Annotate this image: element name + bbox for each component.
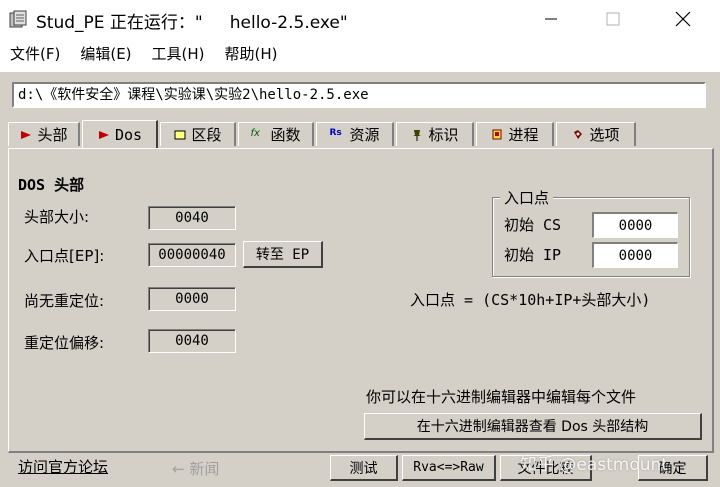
rva-raw-button[interactable]: Rva<=>Raw [402, 455, 496, 481]
hex-hint-text: 你可以在十六进制编辑器中编辑每个文件 [366, 388, 637, 406]
initial-ip-label: 初始 IP [504, 246, 562, 264]
entry-formula: 入口点 = (CS*10h+IP+头部大小) [410, 291, 651, 309]
minimize-button[interactable] [528, 0, 574, 38]
tab-label: 头部 [37, 126, 68, 144]
menu-help[interactable]: 帮助(H) [215, 38, 288, 70]
watermark-text: 知乎 @eastmount [520, 455, 668, 475]
initial-cs-label: 初始 CS [504, 216, 562, 234]
section-box-icon [173, 128, 187, 142]
news-link[interactable]: ← 新闻 [172, 458, 219, 479]
test-button[interactable]: 测试 [330, 455, 398, 481]
app-icon [8, 9, 28, 29]
tab-label: 资源 [349, 126, 380, 144]
tab-sections[interactable]: 区段 [160, 122, 236, 146]
tab-signatures[interactable]: 标识 [396, 122, 474, 146]
header-size-field: 0040 [148, 206, 236, 230]
tab-process[interactable]: 进程 [476, 122, 554, 146]
flag-icon [490, 128, 504, 142]
entry-point-field: 00000040 [148, 243, 236, 267]
tab-label: 函数 [270, 126, 301, 144]
menu-tools[interactable]: 工具(H) [142, 38, 215, 70]
title-bar: Stud_PE 正在运行：" hello-2.5.exe" [0, 0, 720, 38]
dos-section-title: DOS 头部 [18, 176, 85, 194]
tab-dos[interactable]: Dos [82, 120, 158, 148]
tab-strip: 头部 Dos 区段 fx 函数 Rs 资源 标识 进程 选项 [8, 120, 720, 148]
close-icon [675, 11, 691, 27]
header-size-label: 头部大小: [24, 208, 90, 226]
file-path-field[interactable]: d:\《软件安全》课程\实验课\实验2\hello-2.5.exe [12, 82, 706, 108]
minimize-icon [545, 18, 557, 20]
tab-functions[interactable]: fx 函数 [238, 122, 314, 146]
tab-label: 选项 [589, 126, 620, 144]
tab-header[interactable]: 头部 [8, 122, 80, 146]
entry-point-label: 入口点[EP]: [24, 247, 105, 265]
initial-cs-field[interactable]: 0000 [592, 212, 678, 238]
menu-edit[interactable]: 编辑(E) [70, 38, 141, 70]
entry-group-title: 入口点 [500, 187, 554, 208]
reloc-offset-field: 0040 [148, 329, 236, 353]
goto-ep-button[interactable]: 转至 EP [243, 241, 323, 268]
tab-resources[interactable]: Rs 资源 [316, 122, 394, 146]
hex-view-dos-label: 在十六进制编辑器查看 Dos 头部结构 [416, 419, 649, 435]
maximize-icon [606, 12, 620, 26]
pin-icon [410, 128, 424, 142]
window-title: Stud_PE 正在运行：" hello-2.5.exe" [36, 13, 348, 33]
menu-file[interactable]: 文件(F) [0, 38, 70, 70]
fx-icon: fx [250, 127, 260, 139]
hex-view-dos-button[interactable]: 在十六进制编辑器查看 Dos 头部结构 [364, 413, 702, 440]
initial-ip-field[interactable]: 0000 [592, 242, 678, 268]
red-arrow-icon [97, 128, 111, 142]
reloc-offset-label: 重定位偏移: [24, 334, 105, 352]
gear-icon [571, 128, 585, 142]
no-reloc-label: 尚无重定位: [24, 292, 105, 310]
tab-label: 标识 [428, 126, 459, 144]
tab-label: 区段 [191, 126, 222, 144]
no-reloc-field: 0000 [148, 287, 236, 311]
visit-forum-link[interactable]: 访问官方论坛 [18, 456, 108, 477]
menu-bar: 文件(F) 编辑(E) 工具(H) 帮助(H) [0, 38, 720, 70]
maximize-button[interactable] [590, 0, 636, 38]
rs-icon: Rs [329, 127, 342, 138]
tab-label: 进程 [508, 126, 539, 144]
red-arrow-icon [19, 128, 33, 142]
tab-options[interactable]: 选项 [556, 122, 636, 146]
tab-label: Dos [114, 125, 143, 144]
close-button[interactable] [660, 0, 706, 38]
